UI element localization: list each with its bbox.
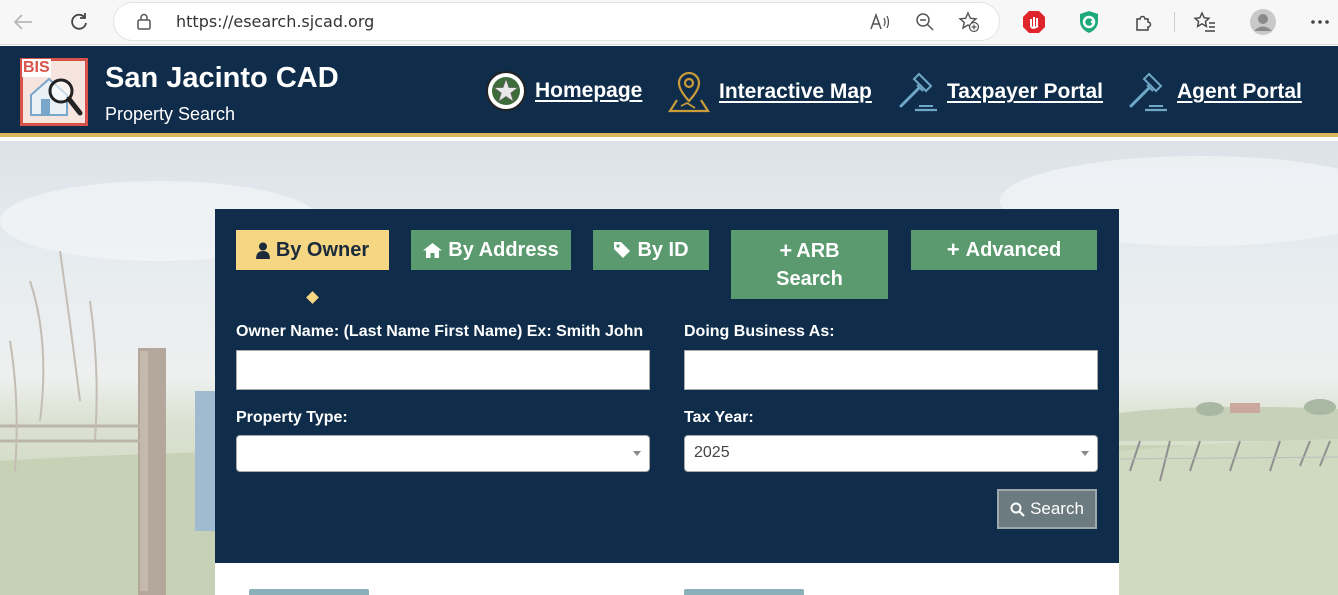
card-heading-right (684, 589, 804, 595)
nav-taxpayer-portal-label[interactable]: Taxpayer Portal (947, 80, 1103, 104)
shield-extension-icon[interactable] (1075, 8, 1103, 36)
tag-icon (614, 242, 631, 258)
search-panel: By Owner By Address By ID + ARB Search +… (215, 209, 1119, 563)
nav-interactive-map[interactable]: Interactive Map (667, 70, 872, 114)
gavel-icon (1129, 72, 1167, 112)
property-type-select[interactable] (236, 435, 650, 472)
search-button-label: Search (1030, 499, 1084, 518)
owner-name-input[interactable] (236, 350, 650, 390)
nav-interactive-map-label[interactable]: Interactive Map (719, 80, 872, 104)
extensions-icon[interactable] (1130, 8, 1158, 36)
tab-advanced-label: Advanced (965, 239, 1062, 261)
adblock-icon[interactable] (1020, 8, 1048, 36)
dba-input[interactable] (684, 350, 1098, 390)
tax-year-label: Tax Year: (684, 409, 754, 426)
tax-year-select[interactable]: 2025 (684, 435, 1098, 472)
bis-logo[interactable]: BIS (20, 58, 88, 126)
tab-by-address[interactable]: By Address (411, 230, 571, 270)
tab-arb-search-line1: + ARB (779, 237, 839, 265)
search-icon (1010, 502, 1025, 517)
read-aloud-icon[interactable] (868, 11, 892, 33)
chevron-down-icon (633, 451, 641, 456)
owner-name-label: Owner Name: (Last Name First Name) Ex: S… (236, 323, 644, 340)
nav-taxpayer-portal[interactable]: Taxpayer Portal (895, 70, 1103, 114)
plus-icon: + (779, 237, 793, 263)
tab-by-address-label: By Address (448, 239, 559, 261)
tab-by-id-label: By ID (637, 239, 689, 261)
add-favorite-icon[interactable] (957, 11, 981, 33)
plus-icon: + (946, 237, 960, 262)
search-button[interactable]: Search (997, 489, 1097, 529)
chevron-down-icon (1081, 451, 1089, 456)
home-icon (423, 243, 443, 258)
house-magnifier-icon (30, 77, 83, 116)
tax-year-value: 2025 (694, 444, 730, 461)
results-card (215, 563, 1119, 595)
favorites-icon[interactable] (1191, 8, 1219, 36)
address-bar[interactable]: https://esearch.sjcad.org (114, 3, 999, 40)
profile-icon[interactable] (1249, 8, 1277, 36)
dba-label: Doing Business As: (684, 323, 835, 340)
tab-by-owner[interactable]: By Owner (236, 230, 389, 270)
property-type-label: Property Type: (236, 409, 348, 426)
nav-agent-portal-label[interactable]: Agent Portal (1177, 80, 1302, 104)
site-header: BIS San Jacinto CAD Property Search Home… (0, 46, 1338, 137)
tab-by-owner-label: By Owner (275, 239, 370, 261)
toolbar-divider (1174, 12, 1175, 32)
browser-toolbar: https://esearch.sjcad.org (0, 0, 1338, 45)
nav-homepage-label[interactable]: Homepage (535, 79, 642, 103)
user-icon (255, 242, 270, 259)
tab-arb-search-label-1: ARB (796, 239, 840, 262)
nav-agent-portal[interactable]: Agent Portal (1125, 70, 1302, 114)
site-subtitle: Property Search (105, 104, 236, 124)
more-icon[interactable] (1306, 8, 1334, 36)
tab-by-id[interactable]: By ID (593, 230, 709, 270)
nav-homepage[interactable]: Homepage (485, 70, 642, 112)
map-pin-icon (667, 71, 711, 113)
lock-icon[interactable] (137, 13, 151, 35)
zoom-out-icon[interactable] (913, 11, 937, 33)
refresh-icon[interactable] (64, 8, 94, 36)
card-heading-left (249, 589, 369, 595)
site-title: San Jacinto CAD (105, 62, 339, 94)
back-icon[interactable] (8, 8, 38, 36)
gavel-icon (899, 72, 937, 112)
active-tab-indicator (306, 291, 319, 304)
url-text[interactable]: https://esearch.sjcad.org (176, 12, 374, 31)
tab-advanced[interactable]: + Advanced (911, 230, 1097, 270)
star-seal-icon (486, 71, 526, 111)
tab-arb-search-label-2: Search (776, 267, 843, 290)
tab-arb-search[interactable]: + ARB Search (731, 230, 888, 299)
